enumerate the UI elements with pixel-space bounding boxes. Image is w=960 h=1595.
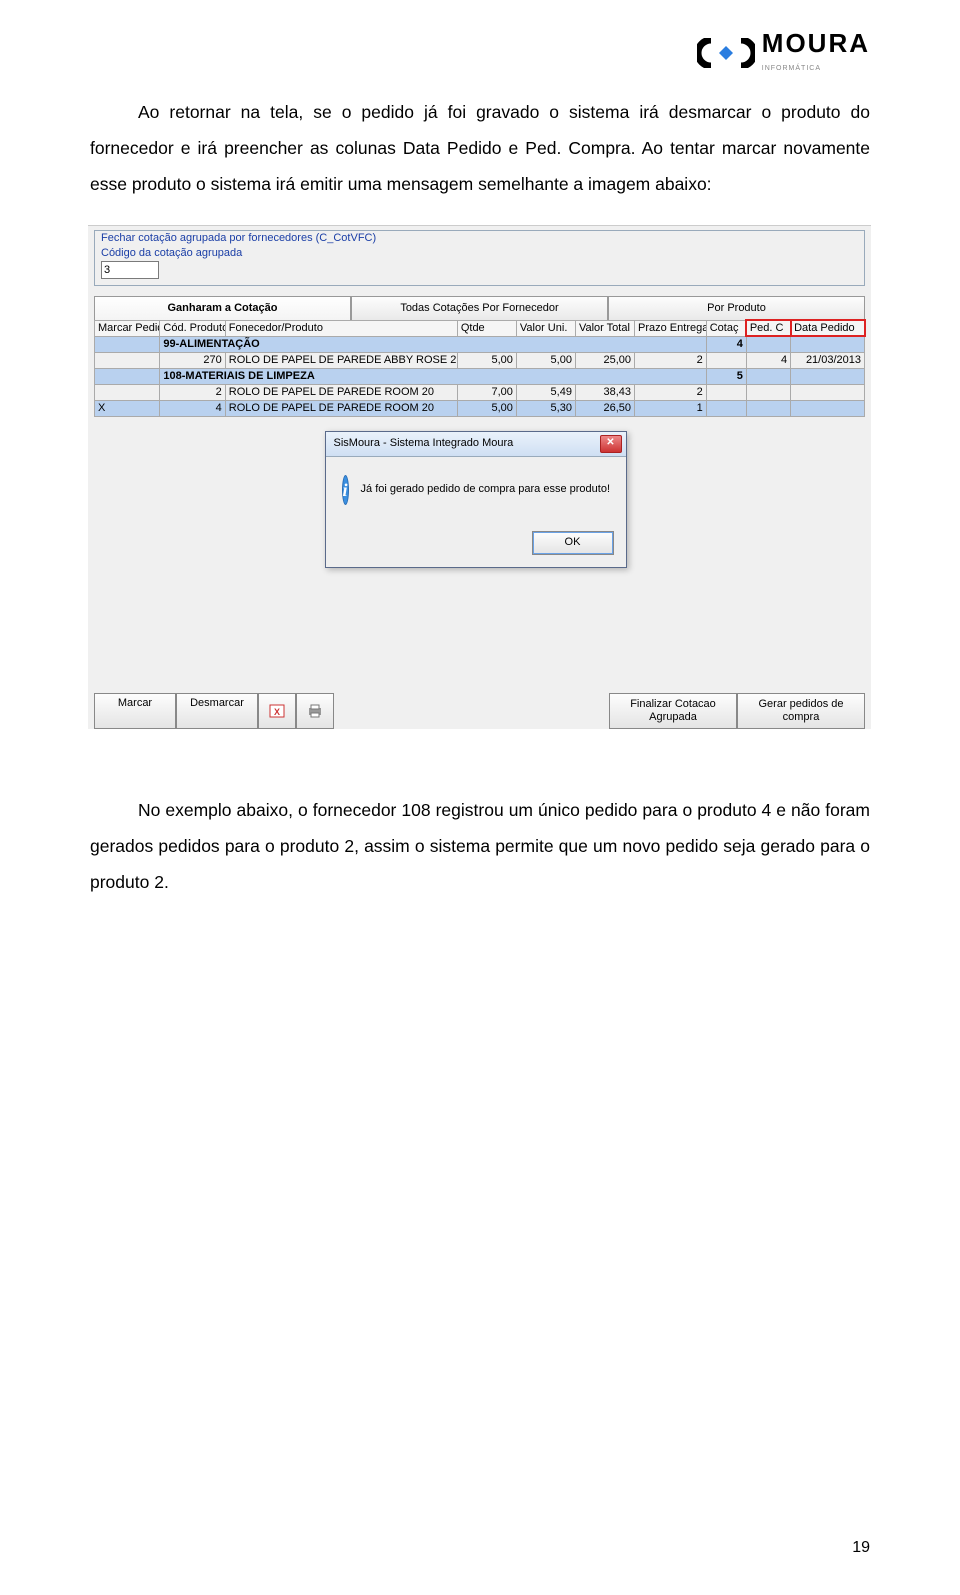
col-valortotal[interactable]: Valor Total xyxy=(575,320,634,336)
brand-logo: MOURA INFORMÁTICA xyxy=(90,30,870,75)
finalizar-button[interactable]: Finalizar Cotacao Agrupada xyxy=(609,693,737,729)
group-row: 108-MATERIAIS DE LIMPEZA5 xyxy=(95,368,865,384)
logo-mark xyxy=(696,37,756,69)
marcar-button[interactable]: Marcar xyxy=(94,693,176,729)
col-datapedido[interactable]: Data Pedido xyxy=(791,320,865,336)
paragraph-2: No exemplo abaixo, o fornecedor 108 regi… xyxy=(90,793,870,901)
col-codprod[interactable]: Cód. Produto xyxy=(160,320,225,336)
data-grid[interactable]: Marcar Pedid Cód. Produto Fonecedor/Prod… xyxy=(94,320,865,687)
table-row: 2 ROLO DE PAPEL DE PAREDE ROOM 20 7,00 5… xyxy=(95,384,865,400)
col-fornprod[interactable]: Fonecedor/Produto xyxy=(225,320,457,336)
ok-button[interactable]: OK xyxy=(532,531,614,555)
col-pedc[interactable]: Ped. C xyxy=(746,320,790,336)
close-icon[interactable]: ✕ xyxy=(600,435,622,453)
logo-subtitle: INFORMÁTICA xyxy=(762,65,821,72)
message-dialog: SisMoura - Sistema Integrado Moura ✕ i J… xyxy=(325,431,627,568)
col-prazo[interactable]: Prazo Entrega xyxy=(635,320,707,336)
print-icon[interactable] xyxy=(296,693,334,729)
fieldset-legend: Fechar cotação agrupada por fornecedores… xyxy=(101,232,376,244)
desmarcar-button[interactable]: Desmarcar xyxy=(176,693,258,729)
col-cotac[interactable]: Cotaç xyxy=(706,320,746,336)
table-row: 270 ROLO DE PAPEL DE PAREDE ABBY ROSE 2 … xyxy=(95,352,865,368)
page-number: 19 xyxy=(852,1539,870,1557)
col-qtde[interactable]: Qtde xyxy=(457,320,516,336)
export-excel-icon[interactable]: X xyxy=(258,693,296,729)
dialog-title: SisMoura - Sistema Integrado Moura xyxy=(334,438,514,449)
group-row: 99-ALIMENTAÇÃO4 xyxy=(95,336,865,352)
table-row: X 4 ROLO DE PAPEL DE PAREDE ROOM 20 5,00… xyxy=(95,400,865,416)
tab-ganharam[interactable]: Ganharam a Cotação xyxy=(94,296,351,320)
grid-header-row: Marcar Pedid Cód. Produto Fonecedor/Prod… xyxy=(95,320,865,336)
svg-text:X: X xyxy=(274,707,280,717)
gerar-pedidos-button[interactable]: Gerar pedidos de compra xyxy=(737,693,865,729)
logo-text: MOURA xyxy=(762,28,870,58)
info-icon: i xyxy=(342,475,349,505)
code-label: Código da cotação agrupada xyxy=(101,248,858,259)
code-input[interactable] xyxy=(101,261,159,279)
paragraph-1: Ao retornar na tela, se o pedido já foi … xyxy=(90,95,870,203)
app-screenshot: Fechar cotação agrupada por fornecedores… xyxy=(88,225,871,729)
col-marcar[interactable]: Marcar Pedid xyxy=(95,320,160,336)
tab-todas[interactable]: Todas Cotações Por Fornecedor xyxy=(351,296,608,320)
tab-porproduto[interactable]: Por Produto xyxy=(608,296,865,320)
dialog-message: Já foi gerado pedido de compra para esse… xyxy=(361,484,611,495)
col-valoruni[interactable]: Valor Uni. xyxy=(516,320,575,336)
